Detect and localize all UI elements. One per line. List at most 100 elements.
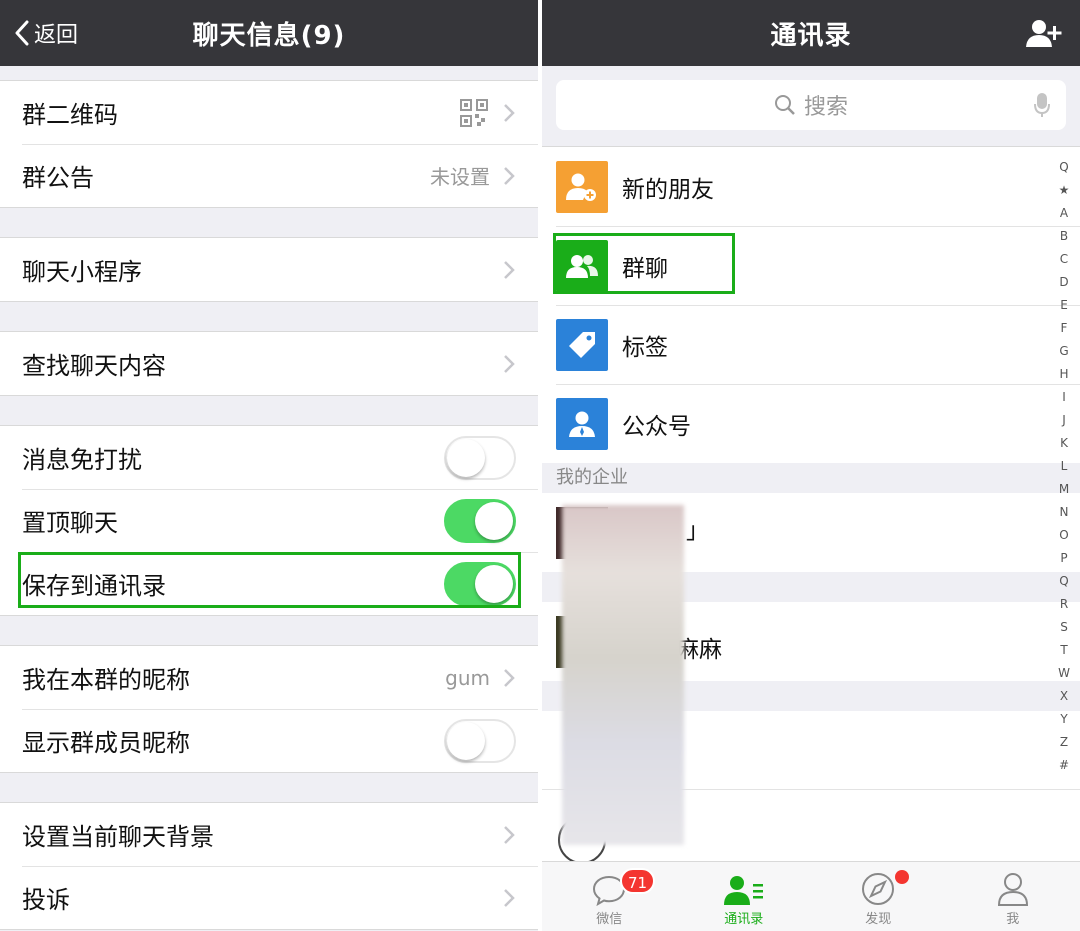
unread-badge: 71 [620, 868, 656, 894]
tab-label: 微信 [596, 912, 623, 927]
index-letter[interactable]: O [1059, 524, 1068, 547]
search-placeholder: 搜索 [803, 95, 848, 120]
tab-label: 通讯录 [724, 912, 764, 927]
index-letter[interactable]: F [1061, 317, 1068, 340]
chevron-right-icon [504, 668, 515, 687]
row-label: 查找聊天内容 [22, 352, 166, 380]
group-section-5: 我在本群的昵称 gum 显示群成员昵称 [0, 645, 538, 773]
chevron-right-icon [504, 166, 515, 185]
tab-contacts[interactable]: 通讯录 [677, 862, 812, 931]
mini-program-row[interactable]: 聊天小程序 [0, 238, 538, 301]
index-letter[interactable]: K [1060, 432, 1068, 455]
my-nickname-row[interactable]: 我在本群的昵称 gum [0, 646, 538, 709]
search-icon [774, 95, 795, 115]
index-letter[interactable]: B [1060, 225, 1068, 248]
index-letter[interactable]: # [1059, 754, 1069, 777]
index-letter[interactable]: S [1060, 616, 1068, 639]
row-label: 我在本群的昵称 [22, 666, 190, 694]
nickname-value: gum [445, 665, 490, 690]
alphabet-index[interactable]: Q ★ A B C D E F G H I J K L M N O P Q R S T W X Y Z # [1052, 156, 1076, 777]
chevron-right-icon [504, 103, 515, 122]
tab-bar: 微信 71 通讯录 发现 我 [542, 861, 1080, 931]
search-input[interactable]: 搜索 [556, 80, 1066, 130]
list-item-text: 」 [686, 518, 709, 544]
tab-chats[interactable]: 微信 71 [542, 862, 677, 931]
tags-row[interactable]: 标签 [542, 305, 1080, 384]
group-chats-highlight [553, 233, 735, 294]
index-letter[interactable]: M [1059, 478, 1069, 501]
chevron-right-icon [504, 260, 515, 279]
save-to-contacts-highlight [18, 552, 521, 608]
group-qrcode-row[interactable]: 群二维码 [0, 81, 538, 144]
row-label: 投诉 [22, 886, 70, 914]
index-letter[interactable]: ★ [1059, 179, 1070, 202]
tab-label: 发现 [865, 912, 892, 927]
mute-row: 消息免打扰 [0, 426, 538, 489]
group-section-2: 聊天小程序 [0, 237, 538, 302]
index-letter[interactable]: T [1060, 639, 1067, 662]
nav-bar: 返回 聊天信息(9) [0, 0, 538, 66]
group-section-1: 群二维码 群公告 未设置 [0, 80, 538, 208]
contacts-list: 新的朋友 群聊 标签 公众号 [542, 146, 1080, 463]
index-letter[interactable]: E [1060, 294, 1068, 317]
add-contact-icon[interactable] [1026, 18, 1062, 48]
new-friends-row[interactable]: 新的朋友 [542, 147, 1080, 226]
index-letter[interactable]: Y [1060, 708, 1067, 731]
mute-toggle[interactable] [444, 435, 516, 480]
index-letter[interactable]: I [1062, 386, 1066, 409]
row-label: 设置当前聊天背景 [22, 823, 214, 851]
group-section-3: 查找聊天内容 [0, 331, 538, 396]
tag-icon [556, 318, 608, 371]
index-letter[interactable]: L [1061, 455, 1068, 478]
index-letter[interactable]: D [1059, 271, 1068, 294]
report-row[interactable]: 投诉 [0, 866, 538, 929]
entry-label: 新的朋友 [622, 176, 714, 203]
qrcode-icon [460, 98, 488, 127]
index-letter[interactable]: G [1059, 340, 1068, 363]
new-friends-icon [556, 160, 608, 213]
index-letter[interactable]: A [1060, 202, 1068, 225]
tab-me[interactable]: 我 [946, 862, 1080, 931]
entry-label: 标签 [622, 334, 668, 361]
privacy-blur-mask [562, 505, 684, 845]
pin-chat-toggle[interactable] [444, 498, 516, 543]
index-letter[interactable]: P [1060, 547, 1067, 570]
index-letter[interactable]: Q [1059, 570, 1068, 593]
index-letter[interactable]: C [1060, 248, 1068, 271]
group-section-6: 设置当前聊天背景 投诉 [0, 802, 538, 930]
index-letter[interactable]: H [1059, 363, 1068, 386]
group-notice-row[interactable]: 群公告 未设置 [0, 144, 538, 207]
notice-value: 未设置 [430, 165, 490, 189]
row-label: 置顶聊天 [22, 509, 118, 537]
microphone-icon[interactable] [1034, 92, 1050, 118]
tab-discover[interactable]: 发现 [811, 862, 946, 931]
page-title: 通讯录 [770, 20, 852, 51]
index-letter[interactable]: R [1060, 593, 1068, 616]
tab-label: 我 [1006, 912, 1020, 927]
index-letter[interactable]: X [1060, 685, 1068, 708]
notification-dot [895, 870, 909, 884]
row-label: 群公告 [22, 164, 94, 192]
chat-background-row[interactable]: 设置当前聊天背景 [0, 803, 538, 866]
contacts-icon [723, 876, 763, 905]
index-letter[interactable]: N [1060, 501, 1069, 524]
row-label: 显示群成员昵称 [22, 729, 190, 757]
compass-icon [862, 873, 895, 905]
chevron-right-icon [504, 825, 515, 844]
official-account-icon [556, 397, 608, 450]
nav-bar: 通讯录 [542, 0, 1080, 66]
chevron-right-icon [504, 354, 515, 373]
show-nicknames-toggle[interactable] [444, 718, 516, 763]
search-chat-content-row[interactable]: 查找聊天内容 [0, 332, 538, 395]
index-letter[interactable]: W [1058, 662, 1070, 685]
page-title: 聊天信息(9) [192, 20, 346, 51]
index-letter[interactable]: Q [1059, 156, 1068, 179]
section-header-enterprise: 我的企业 [542, 463, 1080, 493]
person-icon [997, 873, 1028, 906]
show-nicknames-row: 显示群成员昵称 [0, 709, 538, 772]
row-label: 聊天小程序 [22, 258, 142, 286]
row-label: 消息免打扰 [22, 446, 142, 474]
official-accounts-row[interactable]: 公众号 [542, 384, 1080, 463]
index-letter[interactable]: Z [1060, 731, 1068, 754]
index-letter[interactable]: J [1062, 409, 1066, 432]
